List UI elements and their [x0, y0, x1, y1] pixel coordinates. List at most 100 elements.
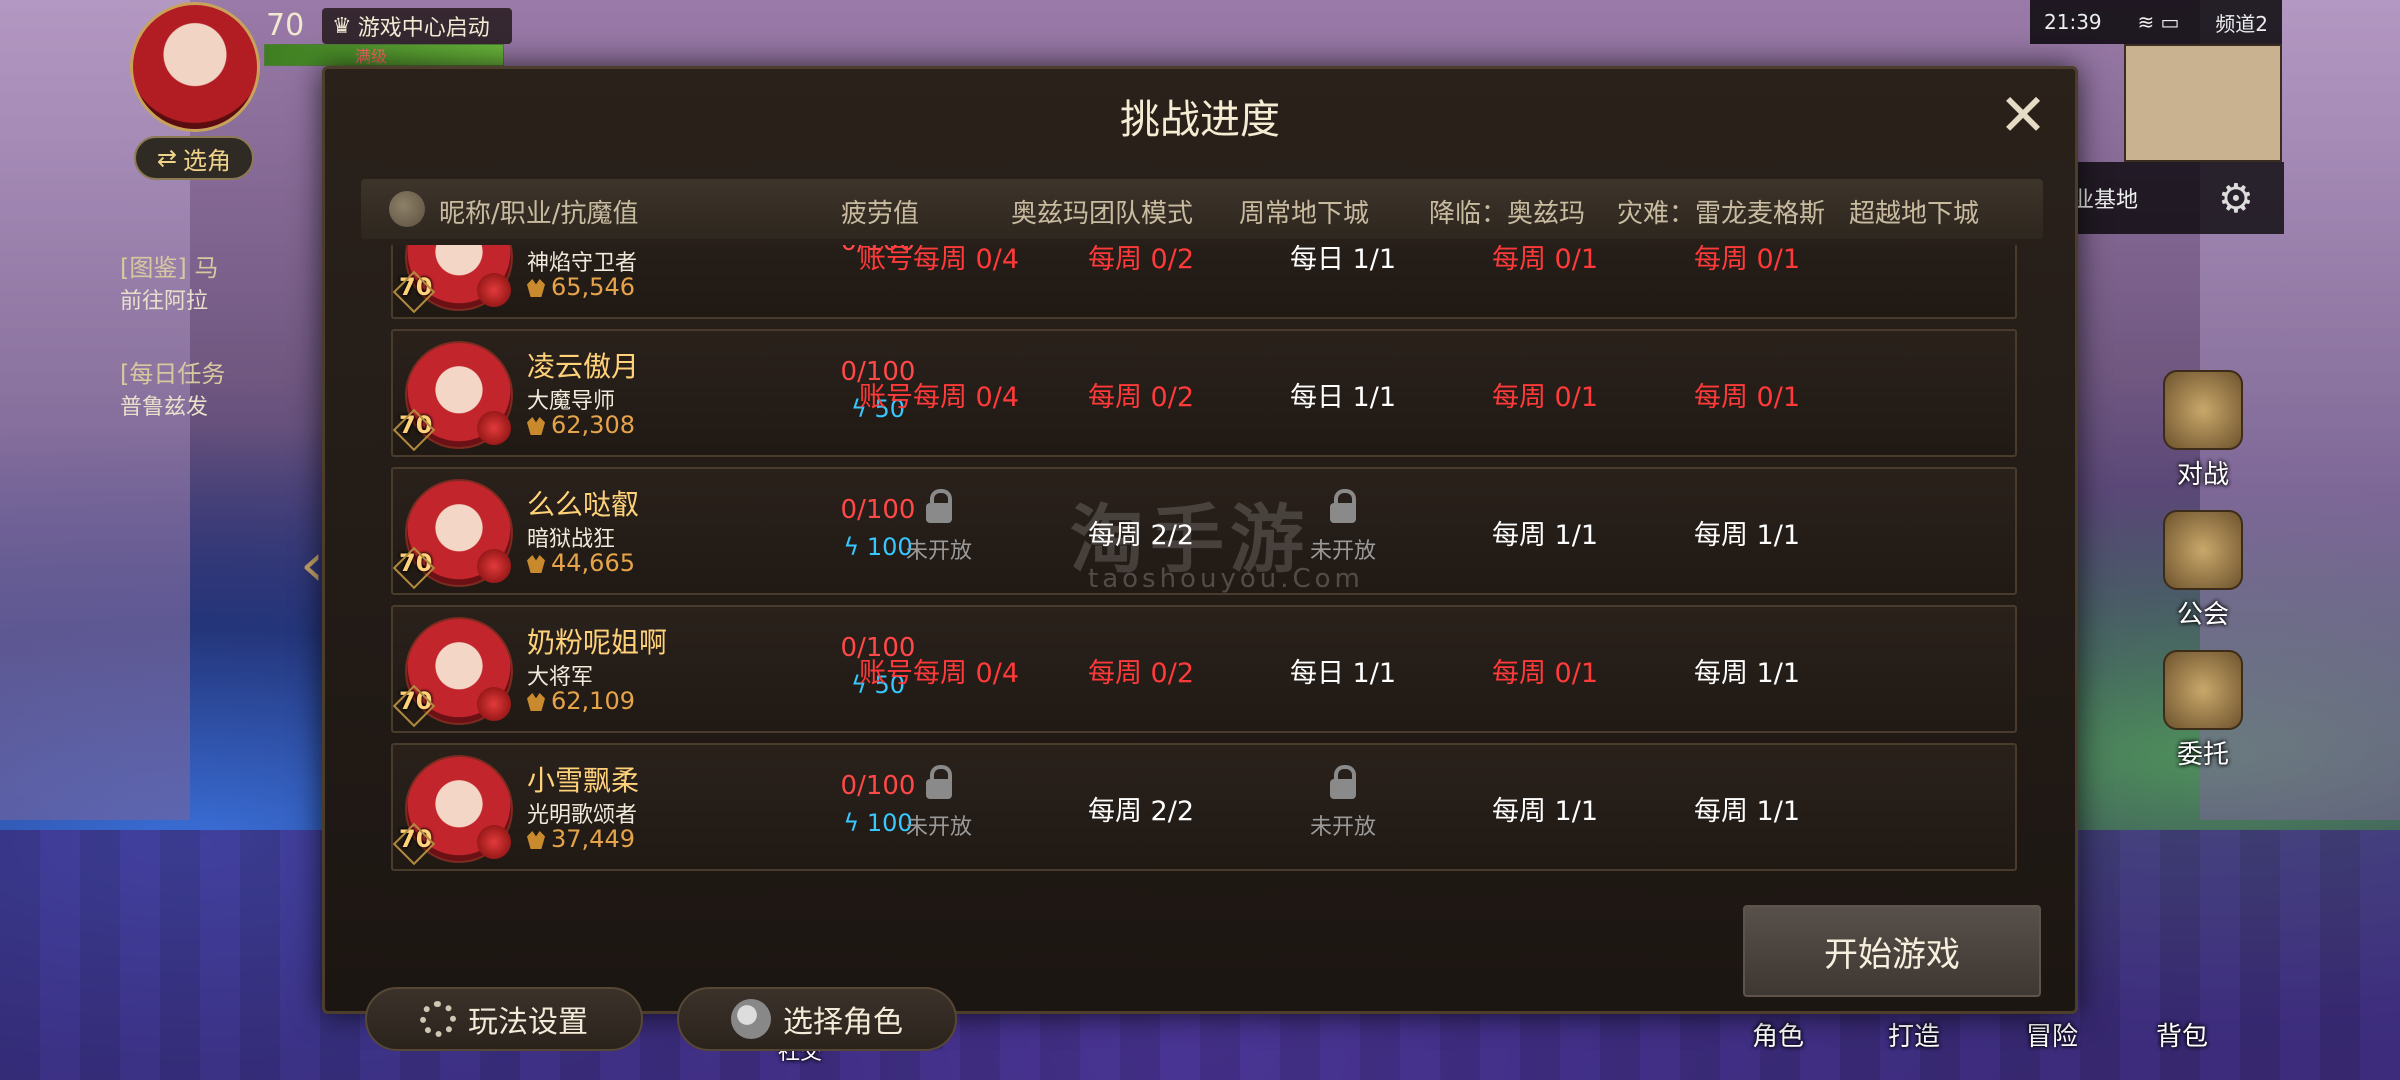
disaster-progress: 每周 0/1 [1491, 382, 1599, 413]
exp-bar-label: 满级 [355, 47, 388, 66]
rose-icon [477, 825, 511, 859]
channel-label[interactable]: 频道2 [2215, 8, 2268, 37]
character-row[interactable]: 70 凌云傲月 大魔导师 62,308 0/100 ϟ 50 账号每周 0/4 每周 0/2 每… [391, 329, 2017, 457]
lock-icon [924, 765, 954, 799]
side-menu-guild[interactable]: 公会 [2158, 510, 2248, 640]
side-menu-label: 公会 [2176, 600, 2229, 630]
character-list[interactable]: 70辉星映舞神焰守卫者65,5460/100账号每周 0/4每周 0/2每日 1… [391, 245, 2017, 957]
level-badge: 70 [399, 411, 439, 445]
disaster-progress: 每周 0/1 [1491, 658, 1599, 689]
side-menu-pvp[interactable]: 对战 [2158, 370, 2248, 500]
weekly-progress: 每周 0/2 [1087, 658, 1195, 689]
page-left-arrow-icon[interactable]: ‹ [300, 530, 324, 600]
character-row[interactable]: 70 小雪飘柔 光明歌颂者 37,449 0/100 ϟ 100 未开放 每周 2/2 未开放每… [391, 743, 2017, 871]
ozma-locked: 未开放 [839, 489, 1039, 565]
col-disaster: 灾难：雷龙麦格斯 [1617, 199, 1826, 229]
commission-icon [2163, 650, 2243, 730]
beyond-progress: 每周 1/1 [1693, 796, 1801, 827]
side-menu-label: 对战 [2176, 460, 2229, 490]
locked-label: 未开放 [905, 539, 972, 564]
character-icon [389, 191, 425, 227]
switch-label: 选角 [183, 146, 232, 175]
select-role-button[interactable]: 选择角色 [677, 987, 957, 1051]
col-fatigue: 疲劳值 [841, 199, 920, 229]
power-value: 37,449 [551, 825, 635, 853]
guild-icon [2163, 510, 2243, 590]
col-weekly: 周常地下城 [1239, 199, 1370, 229]
switch-icon: ⇄ [156, 144, 178, 172]
rose-icon [477, 549, 511, 583]
play-settings-button[interactable]: 玩法设置 [365, 987, 643, 1051]
rose-icon [477, 273, 511, 307]
descent-progress: 每日 1/1 [1289, 382, 1397, 413]
rose-icon [477, 411, 511, 445]
ozma-progress: 账号每周 0/4 [858, 382, 1020, 413]
beyond-progress: 每周 1/1 [1693, 520, 1801, 551]
character-row[interactable]: 70辉星映舞神焰守卫者65,5460/100账号每周 0/4每周 0/2每日 1… [391, 245, 2017, 319]
power-icon [527, 417, 545, 435]
ozma-progress: 账号每周 0/4 [858, 658, 1020, 689]
dock-bag[interactable]: 背包 [2156, 1016, 2208, 1053]
character-name: 么么哒叡 [527, 488, 640, 521]
beyond-progress: 每周 1/1 [1693, 658, 1801, 689]
level-badge: 70 [399, 825, 439, 859]
ozma-progress: 账号每周 0/4 [858, 245, 1020, 275]
side-menu-commission[interactable]: 委托 [2158, 650, 2248, 780]
gear-icon [420, 1001, 456, 1037]
level-badge: 70 [399, 549, 439, 583]
col-name: 昵称/职业/抗魔值 [439, 199, 639, 229]
beyond-progress: 每周 0/1 [1693, 245, 1801, 275]
clock: 21:39 [2044, 10, 2102, 34]
power-value: 62,308 [551, 411, 635, 439]
col-beyond: 超越地下城 [1849, 199, 1980, 229]
game-center-icon: ♛ [332, 13, 352, 39]
locked-label: 未开放 [1309, 815, 1376, 840]
anti-magic-value: 44,665 [527, 549, 635, 577]
character-avatar: 70 [399, 755, 513, 863]
game-center-label: 游戏中心启动 [357, 16, 490, 41]
rose-icon [477, 687, 511, 721]
character-name: 小雪飘柔 [527, 764, 640, 797]
beyond-progress: 每周 0/1 [1693, 382, 1801, 413]
lock-icon [924, 489, 954, 523]
anti-magic-value: 65,546 [527, 273, 635, 301]
side-menu-label: 委托 [2176, 740, 2229, 770]
locked-label: 未开放 [905, 815, 972, 840]
role-icon [731, 999, 771, 1039]
weekly-progress: 每周 2/2 [1087, 796, 1195, 827]
descent-progress: 每日 1/1 [1289, 658, 1397, 689]
settings-gear-icon[interactable]: ⚙ [2218, 176, 2254, 222]
switch-character-button[interactable]: ⇄ 选角 [134, 136, 254, 180]
exp-bar-fill: 满级 [265, 45, 503, 66]
ozma-locked: 未开放 [839, 765, 1039, 841]
character-row[interactable]: 70 奶粉呢姐啊 大将军 62,109 0/100 ϟ 50 账号每周 0/4 每周 0/2 每… [391, 605, 2017, 733]
level-badge: 70 [399, 273, 439, 307]
character-avatar: 70 [399, 341, 513, 449]
dock-craft[interactable]: 打造 [1888, 1016, 1940, 1053]
dialog-title: 挑战进度 [1120, 97, 1280, 143]
lock-icon [1328, 489, 1358, 523]
dock-role[interactable]: 角色 [1752, 1016, 1804, 1053]
lock-icon [1328, 765, 1358, 799]
game-center-launch-badge[interactable]: ♛ 游戏中心启动 [322, 8, 512, 44]
start-game-button[interactable]: 开始游戏 [1743, 905, 2041, 997]
select-role-label: 选择角色 [783, 1005, 903, 1040]
character-avatar: 70 [399, 617, 513, 725]
weekly-progress: 每周 0/2 [1087, 245, 1195, 275]
close-icon[interactable]: ✕ [1995, 86, 2051, 145]
player-avatar[interactable] [130, 2, 260, 132]
play-settings-label: 玩法设置 [468, 1005, 588, 1040]
column-header: 昵称/职业/抗魔值 疲劳值 奥兹玛团队模式 周常地下城 降临：奥兹玛 灾难：雷龙… [361, 179, 2043, 239]
descent-progress: 每日 1/1 [1289, 245, 1397, 275]
character-avatar: 70 [399, 479, 513, 587]
character-avatar: 70 [399, 245, 513, 311]
disaster-progress: 每周 1/1 [1491, 796, 1599, 827]
power-value: 65,546 [551, 273, 635, 301]
wifi-icon: ≋ ▭ [2137, 10, 2180, 34]
minimap[interactable] [2124, 44, 2282, 162]
player-level: 70 [266, 8, 305, 43]
dock-adventure[interactable]: 冒险 [2026, 1016, 2078, 1053]
descent-locked: 未开放 [1243, 765, 1443, 841]
power-icon [527, 831, 545, 849]
col-ozma: 奥兹玛团队模式 [1011, 199, 1194, 229]
